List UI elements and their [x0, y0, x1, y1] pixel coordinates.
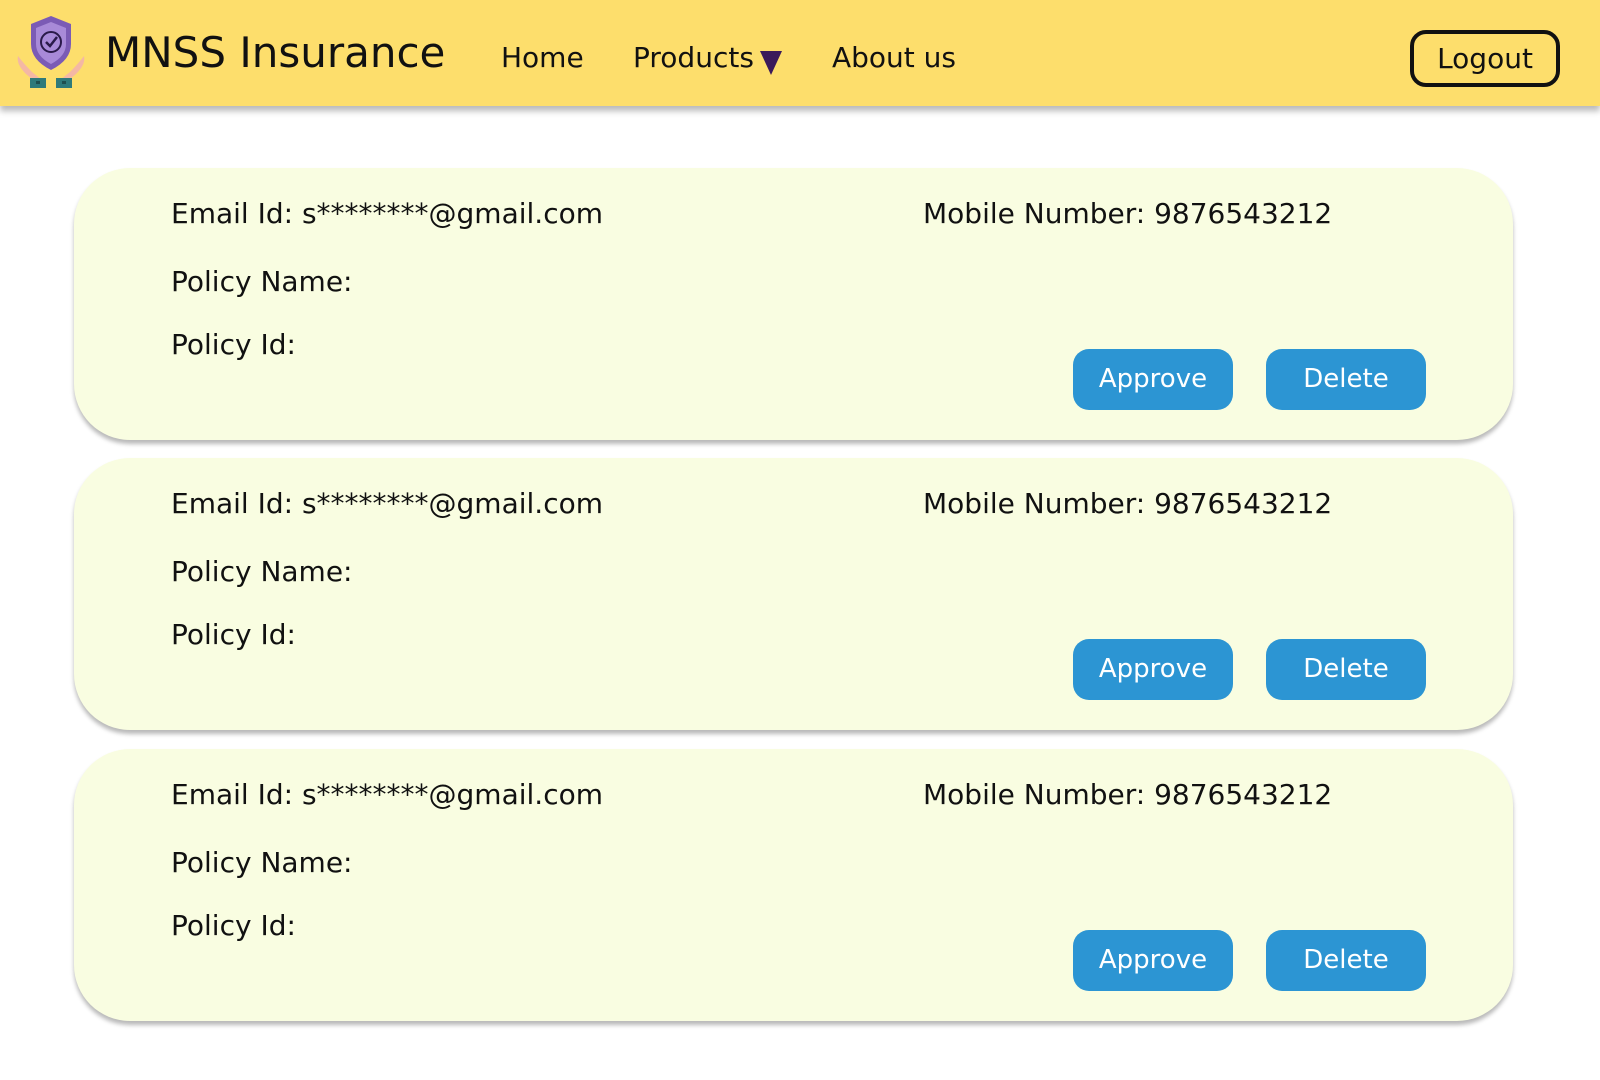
email-id-text: Email Id: s********@gmail.com	[171, 487, 604, 520]
mobile-number-text: Mobile Number: 9876543212	[923, 197, 1333, 230]
approve-button[interactable]: Approve	[1073, 349, 1233, 410]
nav-products-dropdown[interactable]: Products	[633, 38, 782, 78]
navbar: MNSS Insurance Home Products About us Lo…	[0, 0, 1600, 106]
policy-name-text: Policy Name:	[171, 555, 353, 588]
nav-home-link[interactable]: Home	[501, 38, 584, 78]
policy-request-card: Email Id: s********@gmail.com Mobile Num…	[74, 168, 1513, 440]
policy-id-text: Policy Id:	[171, 618, 296, 651]
policy-id-text: Policy Id:	[171, 328, 296, 361]
nav-products-label: Products	[633, 41, 754, 74]
policy-id-text: Policy Id:	[171, 909, 296, 942]
policy-name-text: Policy Name:	[171, 265, 353, 298]
delete-button[interactable]: Delete	[1266, 930, 1426, 991]
logout-button[interactable]: Logout	[1410, 30, 1560, 87]
mobile-number-text: Mobile Number: 9876543212	[923, 778, 1333, 811]
policy-request-card: Email Id: s********@gmail.com Mobile Num…	[74, 458, 1513, 730]
delete-button[interactable]: Delete	[1266, 349, 1426, 410]
approve-button[interactable]: Approve	[1073, 639, 1233, 700]
shield-hands-icon	[14, 12, 88, 90]
policy-name-text: Policy Name:	[171, 846, 353, 879]
delete-button[interactable]: Delete	[1266, 639, 1426, 700]
policy-request-card: Email Id: s********@gmail.com Mobile Num…	[74, 749, 1513, 1021]
nav-about-link[interactable]: About us	[832, 38, 956, 78]
approve-button[interactable]: Approve	[1073, 930, 1233, 991]
mobile-number-text: Mobile Number: 9876543212	[923, 487, 1333, 520]
email-id-text: Email Id: s********@gmail.com	[171, 197, 604, 230]
email-id-text: Email Id: s********@gmail.com	[171, 778, 604, 811]
caret-down-icon	[759, 51, 782, 75]
brand-name: MNSS Insurance	[105, 28, 446, 77]
